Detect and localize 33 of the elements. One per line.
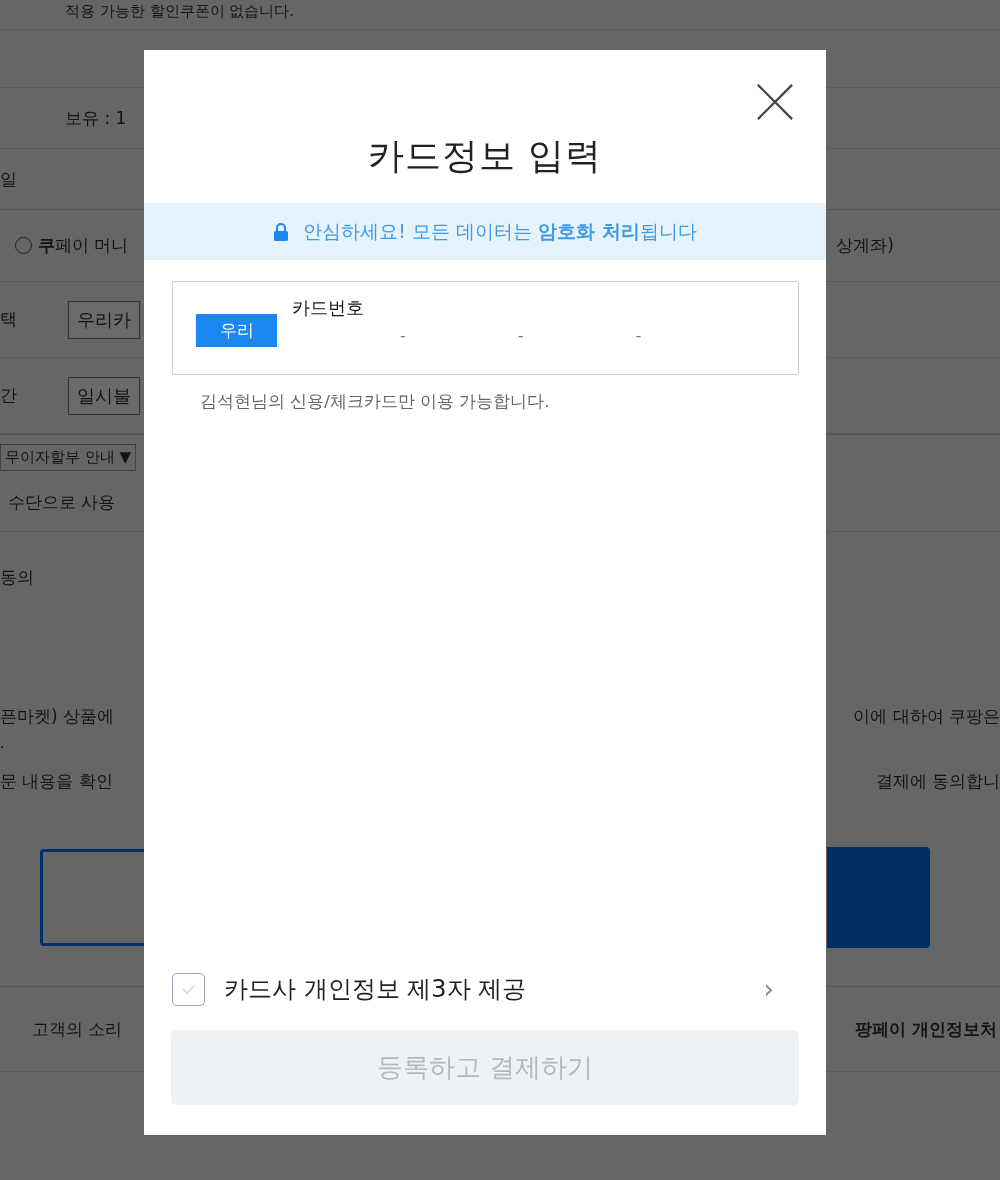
separator-dash: - — [635, 326, 642, 345]
dialog-title: 카드정보 입력 — [366, 138, 604, 178]
separator-dash: - — [517, 326, 524, 345]
issuer-badge: 우리 — [196, 313, 277, 347]
lock-icon — [273, 222, 290, 241]
checkbox[interactable] — [172, 972, 205, 1006]
agreement-text: 결제에 동의합니 — [875, 769, 1000, 793]
footer-link[interactable]: 고객의 소리 — [32, 1017, 123, 1041]
payment-method-text: 수단으로 사용 — [8, 491, 116, 514]
card-number-field[interactable]: 우리 카드번호 - - - — [172, 281, 799, 375]
hint-text: 김석현님의 신용/체크카드만 이용 가능합니다. — [200, 391, 551, 413]
notice-text: 픈마켓) 상품에 — [0, 705, 115, 728]
separator-dash: - — [400, 326, 406, 345]
field-label: 간 — [0, 384, 18, 407]
consent-label[interactable]: 카드사 개인정보 제3자 제공 — [224, 973, 527, 1005]
agreement-text: 문 내용을 확인 — [0, 769, 113, 793]
coupon-notice: 적용 가능한 할인쿠폰이 없습니다. — [65, 2, 295, 21]
notice-text: 이에 대하여 쿠팡은 — [853, 705, 1000, 728]
balance-text: 보유 : 1 — [65, 106, 127, 130]
installment-select[interactable]: 일시불 — [68, 376, 140, 415]
field-label: 택 — [0, 308, 18, 331]
payment-option[interactable]: 쿠페이 머니 — [38, 234, 129, 257]
card-select[interactable]: 우리카 — [68, 300, 140, 339]
consent-text: 동의 — [0, 565, 34, 589]
payment-option[interactable]: 상계좌) — [836, 234, 894, 257]
interest-free-button[interactable]: 무이자할부 안내 ▼ — [0, 444, 137, 471]
notice-text: . — [0, 735, 5, 751]
section-label: 일 — [0, 167, 17, 191]
field-label: 카드번호 — [292, 297, 364, 318]
chevron-icon[interactable]: › — [763, 974, 774, 1004]
close-icon[interactable] — [756, 83, 794, 121]
footer-link[interactable]: 팡페이 개인정보처 — [855, 1017, 997, 1041]
security-message: 안심하세요! 모든 데이터는 암호화 처리됩니다 — [303, 218, 697, 244]
